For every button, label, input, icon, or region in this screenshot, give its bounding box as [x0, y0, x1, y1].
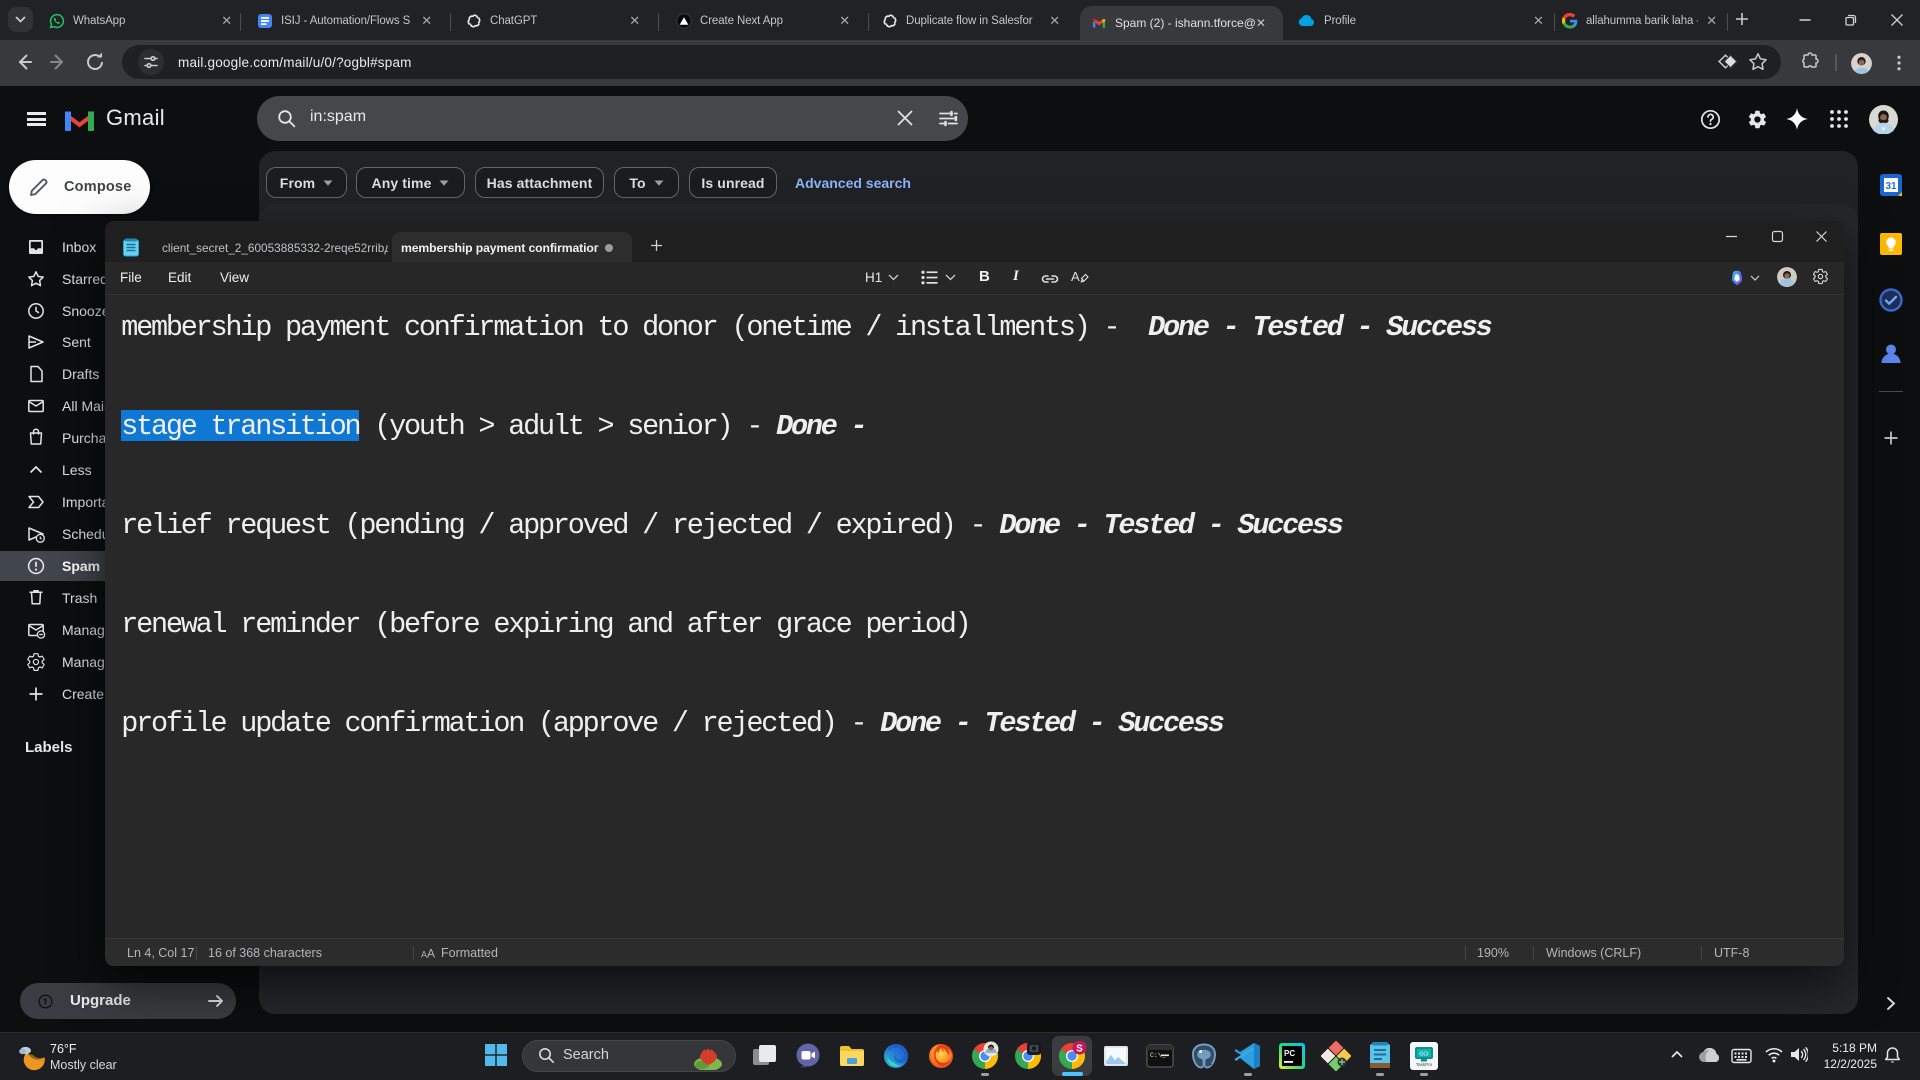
- svg-text:A: A: [1071, 269, 1080, 284]
- svg-text:31: 31: [1885, 181, 1897, 192]
- svg-text:TaskPro: TaskPro: [1416, 1062, 1433, 1067]
- svg-text:S: S: [1076, 1044, 1083, 1055]
- svg-text:GCI: GCI: [1420, 1052, 1429, 1058]
- svg-text:PC: PC: [1284, 1049, 1295, 1058]
- svg-text:A: A: [427, 947, 435, 959]
